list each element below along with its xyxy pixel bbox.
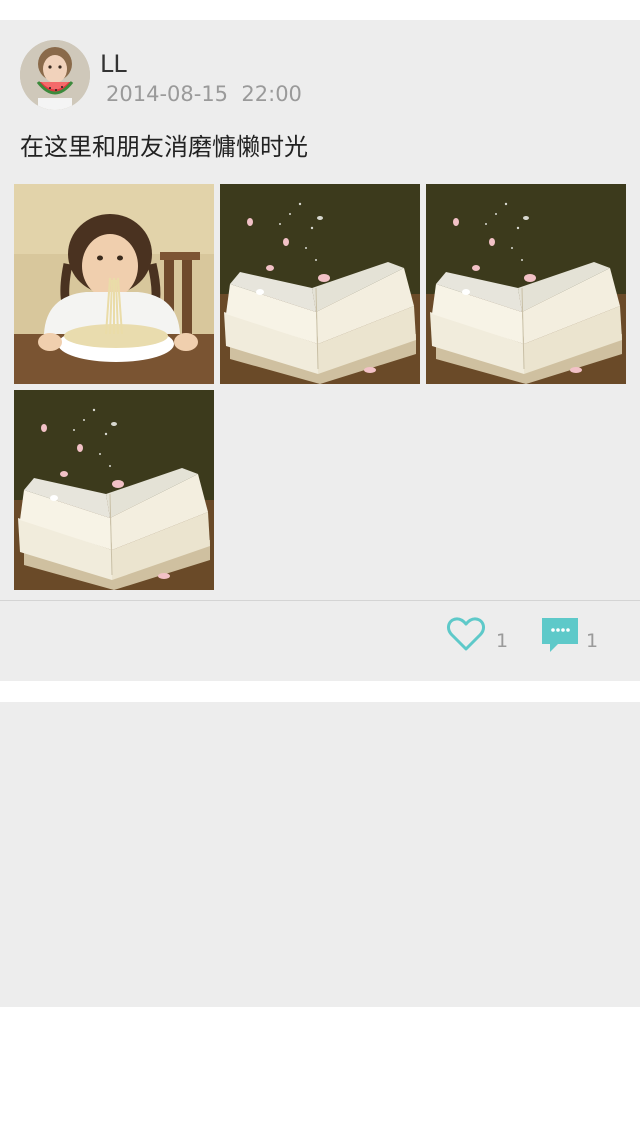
comment-count: 1 xyxy=(586,630,599,652)
like-button[interactable]: 1 xyxy=(446,616,510,660)
avatar[interactable] xyxy=(20,40,90,110)
post-photo[interactable] xyxy=(220,184,420,384)
feed-card-placeholder xyxy=(0,702,640,1007)
username[interactable]: LL xyxy=(100,50,127,78)
post-photo[interactable] xyxy=(426,184,626,384)
like-count: 1 xyxy=(496,630,509,652)
post-timestamp: 2014-08-15 22:00 xyxy=(106,82,302,106)
divider xyxy=(0,600,640,601)
speech-bubble-icon xyxy=(540,616,580,658)
post-photo[interactable] xyxy=(14,184,214,384)
post-photo[interactable] xyxy=(14,390,214,590)
post-card: LL 2014-08-15 22:00 在这里和朋友消磨慵懒时光 1 1 xyxy=(0,20,640,681)
heart-outline-icon xyxy=(446,616,486,656)
comment-button[interactable]: 1 xyxy=(540,616,604,660)
post-text: 在这里和朋友消磨慵懒时光 xyxy=(20,133,308,161)
